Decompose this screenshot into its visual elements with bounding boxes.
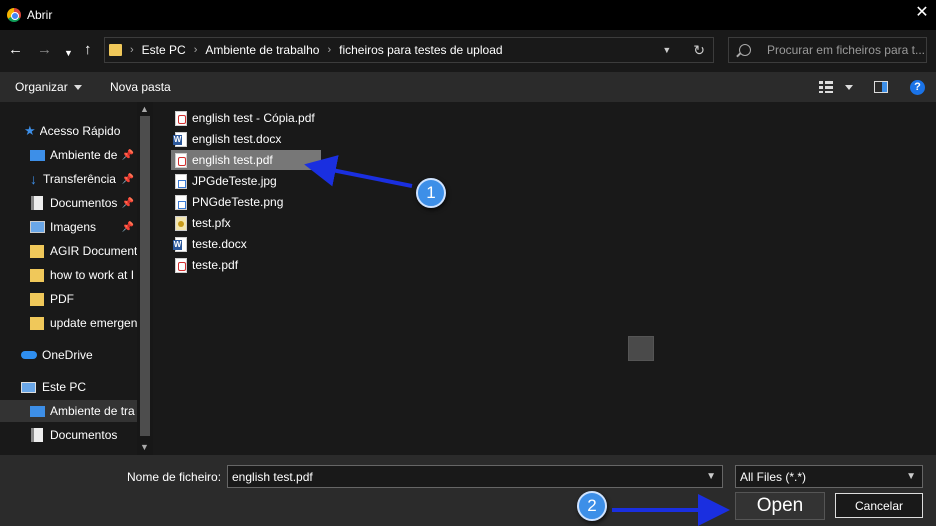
- refresh-icon[interactable]: ↻: [693, 42, 705, 59]
- pin-icon: 📌: [121, 222, 134, 233]
- file-type-value: All Files (*.*): [740, 469, 807, 484]
- pdf-file-icon: [175, 257, 187, 273]
- new-folder-button[interactable]: Nova pasta: [110, 80, 171, 94]
- sidebar-scrollbar[interactable]: ▲ ▼: [137, 102, 153, 455]
- computer-icon: [21, 381, 36, 393]
- sidebar-item-imagens[interactable]: Imagens 📌: [0, 216, 140, 238]
- window-title: Abrir: [27, 8, 53, 22]
- chevron-right-icon[interactable]: ›: [327, 44, 331, 56]
- list-item[interactable]: test.pfx: [171, 213, 235, 233]
- chrome-icon: [7, 8, 21, 22]
- breadcrumb-ambiente-de-trabalho[interactable]: Ambiente de trabalho: [205, 43, 319, 57]
- chevron-right-icon[interactable]: ›: [194, 44, 198, 56]
- list-item-selected[interactable]: english test.pdf: [171, 150, 321, 170]
- address-dropdown-icon[interactable]: ▼: [662, 45, 671, 55]
- chevron-down-icon: [73, 85, 82, 91]
- folder-icon: [109, 44, 122, 56]
- organize-label: Organizar: [15, 80, 68, 94]
- filename-value[interactable]: english test.pdf: [232, 470, 313, 484]
- certificate-file-icon: [175, 215, 187, 231]
- word-file-icon: [173, 131, 187, 147]
- desktop-icon: [30, 405, 45, 417]
- chevron-right-icon[interactable]: ›: [130, 44, 134, 56]
- sidebar-item-transferencia[interactable]: ↓ Transferência 📌: [0, 168, 140, 190]
- organize-button[interactable]: Organizar: [15, 80, 82, 94]
- breadcrumb-este-pc[interactable]: Este PC: [142, 43, 186, 57]
- pdf-file-icon: [175, 110, 187, 126]
- command-toolbar: Organizar Nova pasta: [0, 72, 936, 102]
- star-icon: ★: [24, 123, 36, 138]
- sidebar-item-este-pc[interactable]: Este PC: [0, 376, 140, 398]
- search-icon: [739, 44, 751, 56]
- list-item[interactable]: teste.docx: [171, 234, 251, 254]
- open-button[interactable]: Open: [735, 492, 825, 520]
- view-dropdown-icon[interactable]: [845, 85, 853, 90]
- title-bar: Abrir ✕: [0, 0, 936, 30]
- sidebar-item-documentos-pc[interactable]: Documentos: [0, 424, 140, 446]
- search-placeholder[interactable]: Procurar em ficheiros para t...: [767, 43, 926, 57]
- sidebar-item-ambiente-de-trabalho[interactable]: Ambiente de tra: [0, 400, 140, 422]
- placeholder-square: [628, 336, 654, 361]
- folder-icon: [30, 292, 44, 306]
- list-item[interactable]: english test.docx: [171, 129, 285, 149]
- sidebar-item-update-emergen[interactable]: update emergen: [0, 312, 140, 334]
- sidebar-item-acesso-rapido[interactable]: ★ Acesso Rápido: [0, 120, 140, 142]
- pdf-file-icon: [175, 152, 187, 168]
- sidebar-item-agir-document[interactable]: AGIR Document: [0, 240, 140, 262]
- folder-icon: [30, 316, 44, 330]
- list-item[interactable]: JPGdeTeste.jpg: [171, 171, 281, 191]
- view-options-icon[interactable]: [819, 81, 833, 93]
- file-type-select[interactable]: All Files (*.*) ▼: [735, 465, 923, 488]
- chevron-down-icon[interactable]: ▼: [906, 471, 916, 482]
- sidebar-item-pdf[interactable]: PDF: [0, 288, 140, 310]
- sidebar-item-ambiente-de[interactable]: Ambiente de 📌: [0, 144, 140, 166]
- breadcrumb-current-folder[interactable]: ficheiros para testes de upload: [339, 43, 502, 57]
- scroll-up-icon[interactable]: ▲: [140, 104, 149, 114]
- download-icon: ↓: [30, 171, 37, 187]
- image-file-icon: [175, 194, 187, 210]
- cloud-icon: [21, 351, 37, 359]
- document-icon: [31, 428, 43, 442]
- folder-icon: [30, 244, 44, 258]
- search-box[interactable]: Procurar em ficheiros para t...: [728, 37, 927, 63]
- list-item[interactable]: teste.pdf: [171, 255, 242, 275]
- filename-label: Nome de ficheiro:: [127, 470, 222, 484]
- back-arrow-icon[interactable]: ←: [8, 42, 23, 57]
- pin-icon: 📌: [121, 174, 134, 185]
- forward-arrow-icon[interactable]: →: [37, 42, 52, 57]
- navigation-pane: ★ Acesso Rápido Ambiente de 📌 ↓ Transfer…: [0, 102, 153, 455]
- preview-pane-icon[interactable]: [874, 81, 888, 93]
- list-item[interactable]: PNGdeTeste.png: [171, 192, 287, 212]
- cancel-button[interactable]: Cancelar: [835, 493, 923, 518]
- help-icon[interactable]: ?: [910, 80, 925, 95]
- pin-icon: 📌: [121, 150, 134, 161]
- address-bar[interactable]: › Este PC › Ambiente de trabalho › fiche…: [104, 37, 714, 63]
- close-icon[interactable]: ✕: [914, 5, 930, 21]
- pin-icon: 📌: [121, 198, 134, 209]
- file-list: english test - Cópia.pdf english test.do…: [155, 102, 936, 455]
- up-arrow-icon[interactable]: ↑: [84, 42, 92, 57]
- folder-icon: [30, 268, 44, 282]
- step-badge-1: 1: [416, 178, 446, 208]
- image-file-icon: [175, 173, 187, 189]
- document-icon: [31, 196, 43, 210]
- recent-locations-chevron-icon[interactable]: ▼: [64, 46, 73, 61]
- filename-input[interactable]: english test.pdf ▼: [227, 465, 723, 488]
- scrollbar-thumb[interactable]: [140, 116, 150, 436]
- desktop-icon: [30, 149, 45, 161]
- step-badge-2: 2: [577, 491, 607, 521]
- sidebar-item-how-to-work[interactable]: how to work at I: [0, 264, 140, 286]
- scroll-down-icon[interactable]: ▼: [140, 442, 149, 452]
- pictures-icon: [30, 221, 45, 233]
- word-file-icon: [173, 236, 187, 252]
- list-item[interactable]: english test - Cópia.pdf: [171, 108, 319, 128]
- sidebar-item-documentos[interactable]: Documentos 📌: [0, 192, 140, 214]
- sidebar-item-onedrive[interactable]: OneDrive: [0, 344, 140, 366]
- chevron-down-icon[interactable]: ▼: [706, 471, 716, 482]
